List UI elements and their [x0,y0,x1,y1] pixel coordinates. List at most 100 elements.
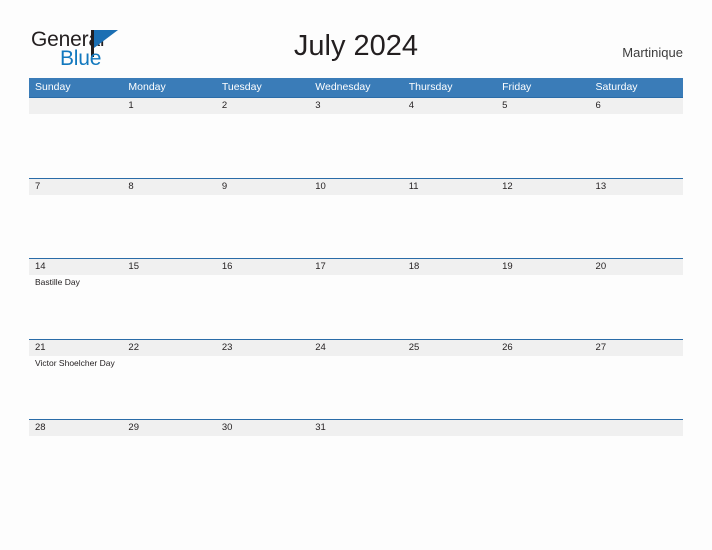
week-date-band: 14 15 16 17 18 19 20 [29,258,683,275]
weekday-header-monday: Monday [128,81,166,93]
day-events[interactable] [29,436,122,498]
weekday-header-row: Sunday Monday Tuesday Wednesday Thursday… [29,78,683,97]
week-row: 28 29 30 31 [29,419,683,500]
day-number[interactable]: 11 [403,179,496,195]
day-events[interactable] [496,275,589,337]
calendar-grid: Sunday Monday Tuesday Wednesday Thursday… [29,78,683,500]
weekday-header-thursday: Thursday [408,81,453,93]
day-number[interactable]: 4 [403,98,496,114]
day-number[interactable] [590,420,683,436]
day-number[interactable]: 23 [216,340,309,356]
day-number[interactable]: 10 [309,179,402,195]
day-number[interactable]: 28 [29,420,122,436]
day-events[interactable] [122,436,215,498]
day-number[interactable]: 21 [29,340,122,356]
day-number[interactable]: 24 [309,340,402,356]
day-events[interactable] [309,356,402,418]
day-events[interactable] [216,275,309,337]
day-events[interactable] [122,114,215,176]
weekday-header-sunday: Sunday [35,81,71,93]
day-number[interactable]: 19 [496,259,589,275]
day-number[interactable]: 6 [590,98,683,114]
day-events[interactable] [496,114,589,176]
week-event-band: Victor Shoelcher Day [29,356,683,418]
event-label: Victor Shoelcher Day [35,357,115,368]
week-date-band: 28 29 30 31 [29,419,683,436]
weekday-header-wednesday: Wednesday [315,81,371,93]
day-number[interactable]: 13 [590,179,683,195]
weekday-header-saturday: Saturday [595,81,638,93]
day-number[interactable]: 12 [496,179,589,195]
day-events[interactable]: Victor Shoelcher Day [29,356,122,418]
day-number[interactable]: 1 [122,98,215,114]
week-row: 7 8 9 10 11 12 13 [29,177,683,259]
day-number[interactable]: 20 [590,259,683,275]
weekday-header-friday: Friday [502,81,532,93]
week-row: 1 2 3 4 5 6 [29,97,683,178]
week-row: 21 22 23 24 25 26 27 Victor Shoelcher Da… [29,338,683,420]
day-events[interactable] [496,195,589,257]
week-event-band [29,436,683,498]
day-number[interactable]: 30 [216,420,309,436]
day-events[interactable] [309,275,402,337]
day-events[interactable] [122,195,215,257]
day-events[interactable] [216,356,309,418]
day-events[interactable] [216,436,309,498]
day-number[interactable]: 31 [309,420,402,436]
day-events[interactable] [309,436,402,498]
day-number[interactable]: 7 [29,179,122,195]
day-events[interactable] [216,195,309,257]
day-number[interactable]: 3 [309,98,402,114]
day-number[interactable]: 2 [216,98,309,114]
week-date-band: 1 2 3 4 5 6 [29,97,683,114]
day-events[interactable] [309,114,402,176]
day-events[interactable] [403,275,496,337]
day-number[interactable]: 9 [216,179,309,195]
day-number[interactable]: 16 [216,259,309,275]
day-events[interactable] [590,114,683,176]
week-date-band: 7 8 9 10 11 12 13 [29,177,683,195]
day-events[interactable] [29,114,122,176]
week-event-band: Bastille Day [29,275,683,337]
day-events[interactable] [590,275,683,337]
day-events[interactable] [590,436,683,498]
week-date-band: 21 22 23 24 25 26 27 [29,338,683,356]
week-event-band [29,114,683,176]
day-events[interactable] [496,436,589,498]
day-events[interactable] [122,275,215,337]
day-number[interactable] [496,420,589,436]
day-number[interactable] [29,98,122,114]
day-number[interactable]: 14 [29,259,122,275]
day-number[interactable]: 17 [309,259,402,275]
day-events[interactable] [29,195,122,257]
day-events[interactable] [216,114,309,176]
weekday-header-tuesday: Tuesday [221,81,262,93]
day-events[interactable] [403,114,496,176]
day-number[interactable]: 27 [590,340,683,356]
day-events[interactable] [403,436,496,498]
day-events[interactable] [403,356,496,418]
day-number[interactable]: 15 [122,259,215,275]
day-number[interactable] [403,420,496,436]
calendar-page: General Blue July 2024 Martinique Sunday… [0,0,712,550]
day-events[interactable] [403,195,496,257]
day-number[interactable]: 29 [122,420,215,436]
day-number[interactable]: 22 [122,340,215,356]
day-number[interactable]: 26 [496,340,589,356]
day-number[interactable]: 18 [403,259,496,275]
week-row: 14 15 16 17 18 19 20 Bastille Day [29,258,683,339]
day-number[interactable]: 5 [496,98,589,114]
day-events[interactable] [590,356,683,418]
page-header: General Blue July 2024 Martinique [0,0,712,78]
week-event-band [29,195,683,257]
page-title: July 2024 [293,30,419,62]
day-events[interactable] [122,356,215,418]
day-events[interactable] [309,195,402,257]
locale-label: Martinique [622,45,683,60]
day-events[interactable]: Bastille Day [29,275,122,337]
day-number[interactable]: 25 [403,340,496,356]
day-events[interactable] [590,195,683,257]
day-number[interactable]: 8 [122,179,215,195]
day-events[interactable] [496,356,589,418]
event-label: Bastille Day [35,277,80,287]
